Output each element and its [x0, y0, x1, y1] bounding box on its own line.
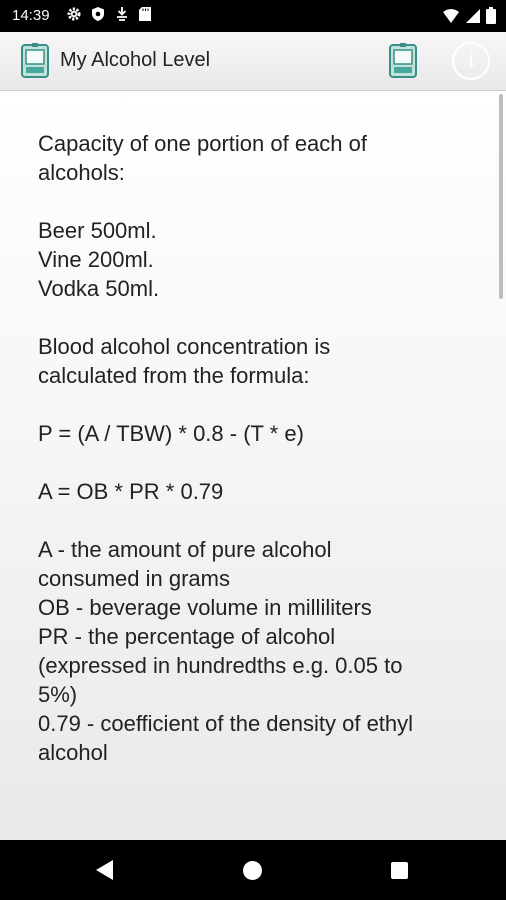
info-button[interactable]: i — [452, 42, 490, 80]
calculator-icon[interactable] — [388, 43, 418, 84]
status-time: 14:39 — [12, 7, 50, 24]
definition-pr-line-2: (expressed in hundredths e.g. 0.05 to — [38, 653, 403, 678]
app-bar: My Alcohol Level i — [0, 32, 506, 91]
sd-card-icon — [138, 6, 152, 27]
status-icons-right — [442, 7, 496, 29]
status-icons-left — [66, 6, 152, 27]
signal-icon — [465, 8, 481, 29]
vine-portion: Vine 200ml. — [38, 247, 154, 272]
battery-icon — [486, 7, 496, 29]
definition-pr-line-3: 5%) — [38, 682, 78, 707]
help-content[interactable]: Capacity of one portion of each of alcoh… — [0, 91, 506, 840]
vodka-portion: Vodka 50ml. — [38, 276, 160, 301]
wifi-icon — [442, 8, 460, 29]
definition-pr-line-1: PR - the percentage of alcohol — [38, 624, 336, 649]
scrollbar-thumb[interactable] — [499, 94, 503, 299]
app-title: My Alcohol Level — [60, 49, 211, 71]
info-icon: i — [467, 48, 475, 73]
beer-portion: Beer 500ml. — [38, 218, 157, 243]
recents-icon[interactable] — [391, 862, 408, 879]
definition-079-line-1: 0.79 - coefficient of the density of eth… — [38, 711, 414, 736]
status-bar: 14:39 — [0, 0, 506, 32]
capacity-heading-line-1: Capacity of one portion of each of — [38, 131, 367, 156]
cloud-download-icon — [114, 6, 130, 27]
definition-a-line-1: A - the amount of pure alcohol — [38, 537, 332, 562]
definition-a-line-2: consumed in grams — [38, 566, 230, 591]
bac-line-2: calculated from the formula: — [38, 363, 310, 388]
formula-a: A = OB * PR * 0.79 — [38, 479, 224, 504]
shield-icon — [90, 6, 106, 27]
bac-line-1: Blood alcohol concentration is — [38, 334, 331, 359]
definition-ob: OB - beverage volume in milliliters — [38, 595, 372, 620]
capacity-heading-line-2: alcohols: — [38, 160, 125, 185]
formula-p: P = (A / TBW) * 0.8 - (T * e) — [38, 421, 304, 446]
navigation-bar — [0, 840, 506, 900]
home-icon[interactable] — [243, 861, 262, 880]
help-text: Capacity of one portion of each of alcoh… — [38, 129, 478, 767]
back-icon[interactable] — [95, 859, 115, 886]
app-logo-icon — [20, 43, 50, 84]
definition-079-line-2: alcohol — [38, 740, 108, 765]
gear-icon — [66, 6, 82, 27]
